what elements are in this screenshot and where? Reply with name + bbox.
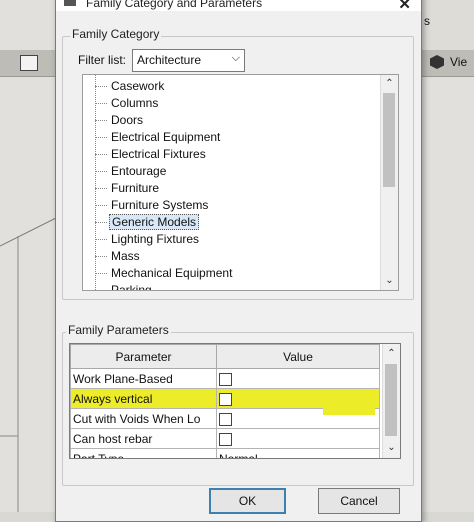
category-item[interactable]: Electrical Equipment — [95, 129, 222, 145]
tree-connector — [95, 136, 107, 138]
category-item-label: Columns — [111, 96, 159, 110]
category-item[interactable]: Electrical Fixtures — [95, 146, 208, 162]
view-thumbnail-icon[interactable] — [20, 55, 38, 71]
parameter-checkbox[interactable] — [219, 432, 232, 446]
category-item-label: Lighting Fixtures — [111, 232, 200, 246]
chevron-down-icon: ⌵ — [231, 52, 240, 64]
parameter-column-header[interactable]: Parameter — [70, 344, 217, 369]
category-item-label: Parking — [111, 283, 152, 291]
tree-connector — [95, 289, 107, 290]
tree-connector — [95, 153, 107, 155]
category-item[interactable]: Generic Models — [95, 214, 200, 230]
view-tab[interactable]: Vie — [430, 55, 467, 69]
category-item[interactable]: Furniture Systems — [95, 197, 210, 213]
value-column-header[interactable]: Value — [216, 344, 380, 369]
category-item[interactable]: Furniture — [95, 180, 161, 196]
close-icon[interactable]: ✕ — [398, 0, 411, 13]
category-item-label: Mechanical Equipment — [111, 266, 233, 280]
tree-connector — [95, 187, 107, 189]
category-item[interactable]: Entourage — [95, 163, 168, 179]
filter-list-dropdown[interactable]: Architecture ⌵ — [132, 49, 245, 72]
category-item-label: Electrical Equipment — [111, 130, 221, 144]
category-tree[interactable]: Casework Columns Doors Electrical Equipment… — [82, 74, 399, 291]
parameter-checkbox[interactable] — [219, 392, 232, 406]
parameter-name: Always vertical — [70, 388, 217, 409]
filter-list-value: Architecture — [137, 53, 202, 67]
family-category-dialog: Family Category and Parameters ✕ Family … — [55, 0, 422, 522]
category-item-label: Furniture — [111, 181, 160, 195]
parameter-name: Cut with Voids When Lo — [70, 408, 217, 429]
parameter-row[interactable]: Work Plane-Based — [70, 368, 380, 389]
scroll-up-arrow-icon[interactable]: ⌃ — [383, 347, 400, 361]
filter-list-label: Filter list: — [78, 53, 126, 67]
category-item-label: Entourage — [111, 164, 167, 178]
revit-app-icon — [64, 0, 76, 6]
category-item-label: Doors — [111, 113, 144, 127]
cube-icon — [430, 55, 444, 69]
category-item[interactable]: Casework — [95, 78, 166, 94]
scroll-down-arrow-icon[interactable]: ⌄ — [381, 274, 398, 288]
category-item-label: Electrical Fixtures — [111, 147, 206, 161]
category-item[interactable]: Parking — [95, 282, 154, 291]
background-title-area: s — [418, 0, 474, 50]
scroll-thumb[interactable] — [383, 93, 395, 187]
parameter-row[interactable]: Can host rebar — [70, 428, 380, 449]
parameter-value[interactable] — [216, 428, 380, 449]
category-item[interactable]: Doors — [95, 112, 145, 128]
parameter-name: Work Plane-Based — [70, 368, 217, 389]
category-item[interactable]: Mass — [95, 248, 142, 264]
category-item[interactable]: Mechanical Equipment — [95, 265, 234, 281]
scroll-thumb[interactable] — [385, 364, 397, 436]
parameters-scrollbar[interactable]: ⌃ ⌄ — [382, 344, 400, 458]
tree-connector — [95, 119, 107, 121]
parameter-row[interactable]: Part Type Normal — [70, 448, 380, 458]
category-item[interactable]: Columns — [95, 95, 160, 111]
dialog-title: Family Category and Parameters — [86, 0, 263, 10]
tree-connector — [95, 204, 107, 206]
tree-connector — [95, 238, 107, 240]
scroll-down-arrow-icon[interactable]: ⌄ — [383, 441, 400, 455]
scroll-up-arrow-icon[interactable]: ⌃ — [381, 77, 398, 91]
family-category-label: Family Category — [70, 27, 162, 41]
tree-connector — [95, 255, 107, 257]
category-scrollbar[interactable]: ⌃ ⌄ — [380, 75, 398, 290]
view-tab-label: Vie — [450, 55, 468, 69]
background-title-text: s — [424, 14, 430, 28]
tree-connector — [95, 170, 107, 172]
parameter-checkbox[interactable] — [219, 372, 232, 386]
highlighter-mark — [323, 396, 375, 415]
category-item-label: Casework — [111, 79, 165, 93]
parameter-name: Can host rebar — [70, 428, 217, 449]
tree-connector — [95, 102, 107, 104]
parameter-checkbox[interactable] — [219, 412, 232, 426]
parameter-value[interactable] — [216, 368, 380, 389]
dialog-titlebar[interactable]: Family Category and Parameters ✕ — [56, 0, 421, 13]
category-item-label: Generic Models — [109, 214, 200, 230]
cancel-button[interactable]: Cancel — [318, 488, 400, 514]
family-parameters-label: Family Parameters — [66, 323, 171, 337]
tree-connector — [95, 272, 107, 274]
ok-button[interactable]: OK — [209, 488, 286, 514]
parameter-name: Part Type — [70, 448, 217, 458]
tree-connector — [95, 221, 107, 223]
category-item-label: Furniture Systems — [111, 198, 209, 212]
category-item[interactable]: Lighting Fixtures — [95, 231, 201, 247]
tree-connector — [95, 85, 107, 87]
category-item-label: Mass — [111, 249, 140, 263]
parameter-value[interactable]: Normal — [216, 448, 380, 458]
